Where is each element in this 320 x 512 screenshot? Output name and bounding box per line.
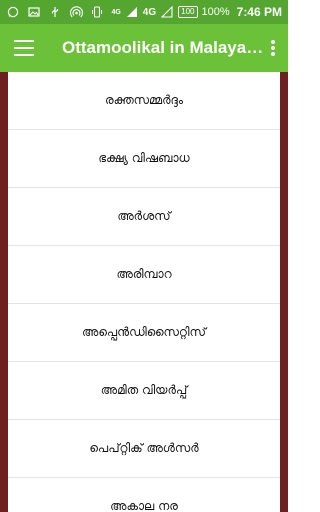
hamburger-menu-icon[interactable] [14,40,34,56]
remedy-list: രക്തസമ്മർദ്ദം ഭക്ഷ്യ വിഷബാധ അർശസ് അരിമ്പ… [8,72,280,512]
list-item[interactable]: അമിത വിയർപ്പ് [8,362,280,420]
app-title: Ottamoolikal in Malayalam [62,38,266,57]
app-bar: Ottamoolikal in Malayalam [0,24,288,72]
status-bar: 4G 4G 100 100% 7:46 PM [0,0,288,24]
battery-percent: 100% [201,6,230,18]
network-type-small: 4G [111,8,121,16]
signal-icon-2 [160,5,174,19]
image-icon [27,5,41,19]
list-item[interactable]: ഭക്ഷ്യ വിഷബാധ [8,130,280,188]
hotspot-icon [69,5,83,19]
battery-icon: 100 [178,6,198,18]
list-item[interactable]: അപ്പെൻഡിസൈറ്റിസ് [8,304,280,362]
list-item[interactable]: അർശസ് [8,188,280,246]
network-type: 4G [142,6,157,18]
overflow-menu-icon[interactable] [266,38,280,58]
clock: 7:46 PM [236,5,282,19]
whatsapp-icon [6,5,20,19]
signal-icon [125,5,139,19]
list-item[interactable]: രക്തസമ്മർദ്ദം [8,72,280,130]
list-item[interactable]: അരിമ്പാറ [8,246,280,304]
list-frame: രക്തസമ്മർദ്ദം ഭക്ഷ്യ വിഷബാധ അർശസ് അരിമ്പ… [0,72,288,512]
phone-vibrate-icon [90,5,104,19]
list-item[interactable]: പെപ്റ്റിക് അൾസർ [8,420,280,478]
list-item[interactable]: അകാല നര [8,478,280,512]
usb-icon [48,5,62,19]
